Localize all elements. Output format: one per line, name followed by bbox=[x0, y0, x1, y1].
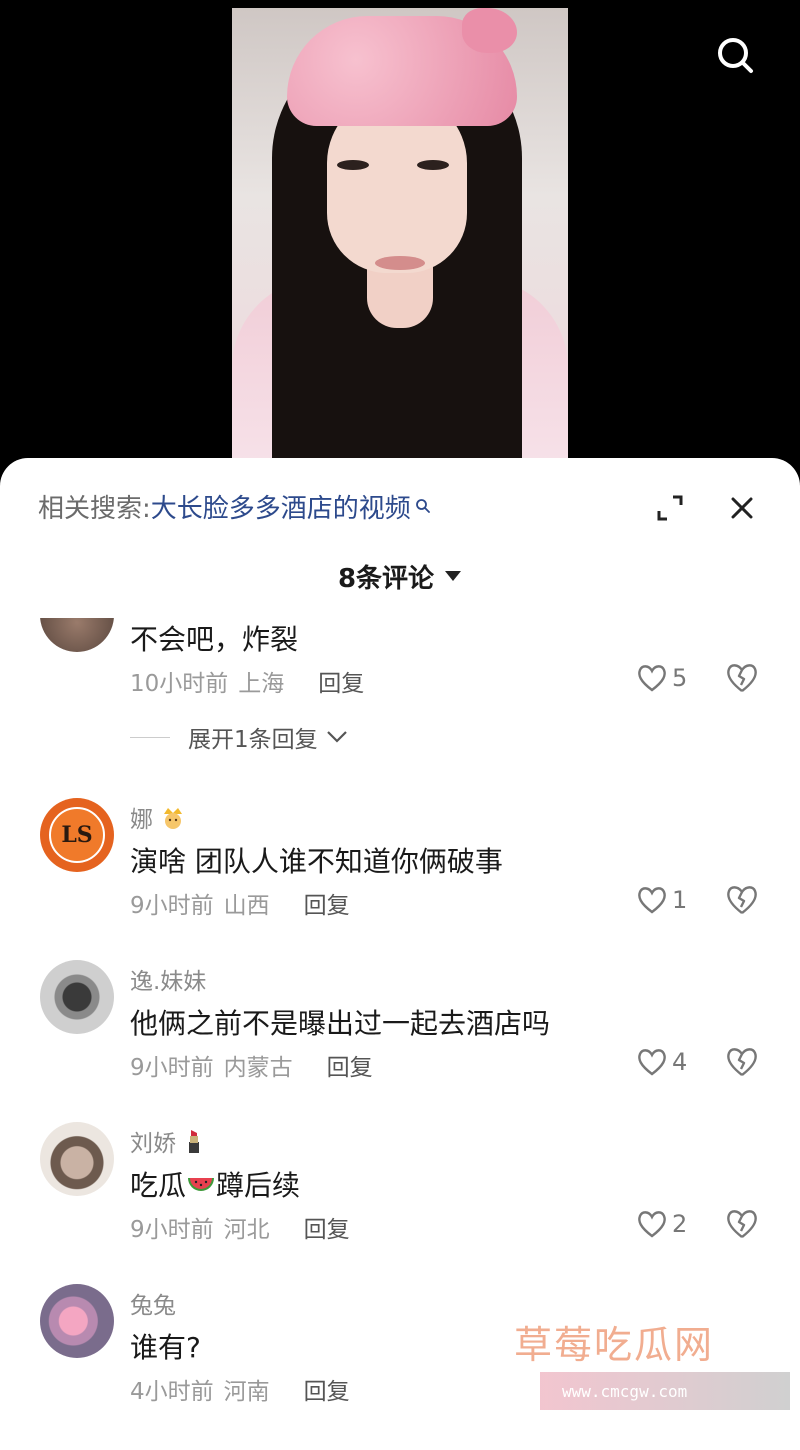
broken-heart-icon bbox=[727, 664, 757, 692]
dislike-button[interactable] bbox=[724, 883, 760, 917]
comment-location: 山西 bbox=[223, 893, 270, 919]
comment-sheet: 相关搜索: 大长脸多多酒店的视频 8条评论 不会吧，炸裂 10小时前 上海 回复… bbox=[0, 458, 800, 1450]
broken-heart-icon bbox=[727, 886, 757, 914]
comment-location: 上海 bbox=[238, 671, 285, 697]
comment-time: 4小时前 bbox=[130, 1379, 214, 1405]
comment-meta: 9小时前 山西 回复 bbox=[130, 886, 350, 920]
video-player[interactable] bbox=[232, 8, 568, 478]
related-search-keyword[interactable]: 大长脸多多酒店的视频 bbox=[151, 488, 411, 525]
heart-icon bbox=[638, 887, 666, 914]
search-button[interactable] bbox=[712, 32, 758, 78]
crown-princess-emoji-icon bbox=[160, 804, 186, 836]
video-frame-eye bbox=[417, 160, 449, 170]
video-frame-lips bbox=[375, 256, 425, 270]
heart-icon bbox=[638, 1211, 666, 1238]
related-search-label: 相关搜索: bbox=[38, 493, 151, 524]
comment-text: 吃瓜 蹲后续 bbox=[130, 1164, 300, 1205]
comment-username: 兔兔 bbox=[130, 1293, 176, 1319]
comment-time: 9小时前 bbox=[130, 893, 214, 919]
reply-button[interactable]: 回复 bbox=[304, 886, 350, 920]
comment-count: 8条评论 bbox=[337, 563, 435, 594]
like-button[interactable]: 4 bbox=[636, 1047, 687, 1077]
lipstick-emoji-icon bbox=[183, 1128, 205, 1160]
close-button[interactable] bbox=[722, 488, 762, 528]
watermelon-emoji-icon bbox=[186, 1172, 216, 1205]
expand-replies-button[interactable]: 展开1条回复 bbox=[130, 720, 348, 754]
comment-count-sort[interactable]: 8条评论 bbox=[0, 556, 800, 596]
comment-text: 他俩之前不是曝出过一起去酒店吗 bbox=[130, 1007, 551, 1040]
comment-location: 内蒙古 bbox=[223, 1055, 293, 1081]
comment-location: 河北 bbox=[223, 1217, 270, 1243]
video-frame-eye bbox=[337, 160, 369, 170]
comment-username: 刘娇 bbox=[130, 1124, 205, 1160]
avatar[interactable] bbox=[40, 1122, 114, 1196]
related-search[interactable]: 相关搜索: 大长脸多多酒店的视频 bbox=[38, 486, 431, 526]
comment-username: 娜 bbox=[130, 800, 186, 836]
avatar[interactable] bbox=[40, 1284, 114, 1358]
comment-text: 不会吧，炸裂 bbox=[130, 623, 299, 656]
comment-text-part: 蹲后续 bbox=[216, 1169, 301, 1202]
comment-meta: 9小时前 河北 回复 bbox=[130, 1210, 350, 1244]
broken-heart-icon bbox=[727, 1210, 757, 1238]
username-text: 刘娇 bbox=[130, 1131, 176, 1157]
divider-line bbox=[130, 736, 170, 738]
comment-location: 河南 bbox=[223, 1379, 270, 1405]
heart-icon bbox=[638, 1049, 666, 1076]
like-count: 4 bbox=[672, 1048, 688, 1076]
reply-button[interactable]: 回复 bbox=[304, 1372, 350, 1406]
expand-replies-label: 展开1条回复 bbox=[188, 727, 318, 753]
comment-text: 谁有? bbox=[130, 1331, 201, 1364]
comment-time: 9小时前 bbox=[130, 1217, 214, 1243]
close-icon bbox=[731, 497, 753, 519]
dislike-button[interactable] bbox=[724, 661, 760, 695]
comment-text-part: 吃瓜 bbox=[130, 1169, 187, 1202]
reply-button[interactable]: 回复 bbox=[304, 1210, 350, 1244]
like-count: 5 bbox=[672, 664, 688, 692]
watermark-title: 草莓吃瓜网 bbox=[514, 1323, 715, 1367]
search-icon bbox=[718, 38, 753, 73]
avatar[interactable] bbox=[40, 960, 114, 1034]
video-frame-bow bbox=[462, 8, 517, 53]
comment-text: 演啥 团队人谁不知道你俩破事 bbox=[130, 845, 503, 878]
avatar-logo: LS bbox=[49, 807, 105, 863]
comment-meta: 9小时前 内蒙古 回复 bbox=[130, 1048, 373, 1082]
dislike-button[interactable] bbox=[724, 1207, 760, 1241]
broken-heart-icon bbox=[727, 1048, 757, 1076]
comment-time: 9小时前 bbox=[130, 1055, 214, 1081]
username-text: 娜 bbox=[130, 807, 153, 833]
comment-time: 10小时前 bbox=[130, 671, 229, 697]
comment-meta: 4小时前 河南 回复 bbox=[130, 1372, 350, 1406]
expand-sheet-button[interactable] bbox=[650, 488, 690, 528]
caret-down-icon bbox=[444, 570, 462, 582]
dislike-button[interactable] bbox=[724, 1045, 760, 1079]
comment-username: 逸.妹妹 bbox=[130, 969, 207, 995]
heart-icon bbox=[638, 665, 666, 692]
comment-meta: 10小时前 上海 回复 bbox=[130, 664, 364, 698]
like-count: 2 bbox=[672, 1210, 688, 1238]
watermark-url: www.cmcgw.com bbox=[540, 1372, 790, 1410]
reply-button[interactable]: 回复 bbox=[327, 1048, 373, 1082]
search-icon bbox=[415, 498, 431, 514]
like-button[interactable]: 2 bbox=[636, 1209, 687, 1239]
like-count: 1 bbox=[672, 886, 688, 914]
like-button[interactable]: 5 bbox=[636, 663, 687, 693]
like-button[interactable]: 1 bbox=[636, 885, 687, 915]
avatar[interactable]: LS bbox=[40, 798, 114, 872]
reply-button[interactable]: 回复 bbox=[318, 664, 364, 698]
expand-icon bbox=[657, 495, 683, 521]
chevron-down-icon bbox=[326, 730, 348, 744]
